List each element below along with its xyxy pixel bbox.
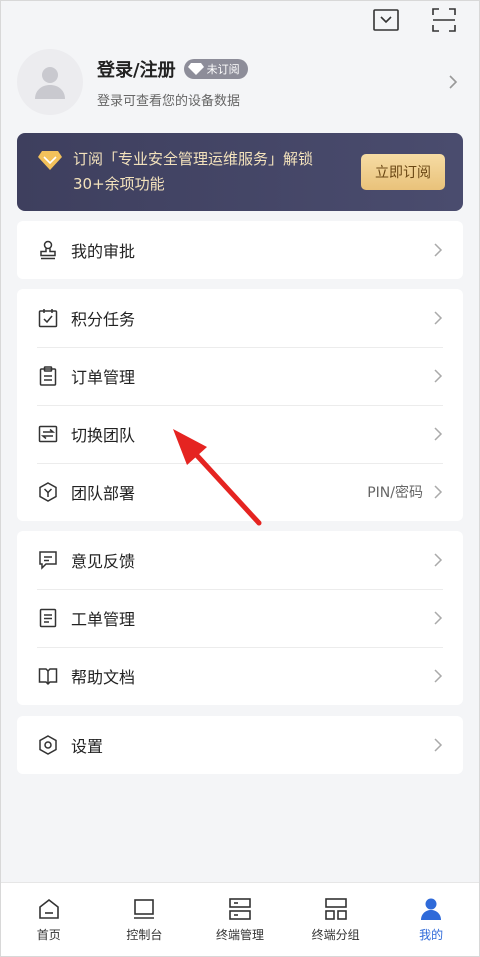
hexagon-deploy-icon (37, 481, 59, 503)
home-icon (36, 896, 62, 922)
tab-console[interactable]: 控制台 (97, 883, 193, 956)
work-order-icon (37, 607, 59, 629)
menu-group-approval: 我的审批 (17, 221, 463, 279)
menu-item-order-management[interactable]: 订单管理 (17, 347, 463, 405)
calendar-check-icon (37, 307, 59, 329)
subscription-banner: 订阅「专业安全管理运维服务」解锁 30+余项功能 立即订阅 (17, 133, 463, 211)
tab-label: 终端分组 (311, 928, 360, 942)
banner-text-line1: 订阅「专业安全管理运维服务」解锁 (73, 150, 314, 168)
menu-item-points-tasks[interactable]: 积分任务 (17, 289, 463, 347)
login-register-title[interactable]: 登录/注册 (97, 56, 176, 82)
feedback-chat-icon (37, 549, 59, 571)
menu-item-settings[interactable]: 设置 (17, 716, 463, 774)
chevron-right-icon (434, 485, 443, 499)
approval-stamp-icon (37, 239, 59, 261)
chevron-right-icon (434, 243, 443, 257)
scan-icon[interactable] (429, 7, 459, 33)
pin-password-hint: PIN/密码 (367, 485, 423, 501)
book-icon (37, 665, 59, 687)
menu-label: 订单管理 (71, 368, 136, 387)
menu-label: 意见反馈 (71, 552, 136, 571)
chevron-right-icon (434, 311, 443, 325)
switch-team-icon (37, 423, 59, 445)
top-toolbar (371, 7, 459, 33)
tab-label: 首页 (36, 928, 61, 942)
subscribe-now-button[interactable]: 立即订阅 (361, 154, 445, 190)
chevron-right-icon (449, 75, 458, 89)
menu-item-team-deployment[interactable]: 团队部署 PIN/密码 (17, 463, 463, 521)
tab-mine[interactable]: 我的 (383, 883, 479, 956)
user-icon (418, 896, 444, 922)
badge-label: 未订阅 (206, 62, 240, 76)
chevron-right-icon (434, 611, 443, 625)
menu-label: 切换团队 (71, 426, 136, 445)
menu-group-team: 积分任务 订单管理 切换团队 团队部署 PIN/密码 (17, 289, 463, 521)
tab-label: 终端管理 (215, 928, 264, 942)
banner-text-line2: 30+余项功能 (73, 175, 165, 193)
menu-label: 积分任务 (71, 310, 136, 329)
chevron-right-icon (434, 738, 443, 752)
chevron-right-icon (434, 427, 443, 441)
menu-item-help-docs[interactable]: 帮助文档 (17, 647, 463, 705)
avatar[interactable] (17, 49, 83, 115)
dropdown-box-icon[interactable] (371, 7, 401, 33)
menu-label: 团队部署 (71, 484, 136, 503)
tab-home[interactable]: 首页 (1, 883, 97, 956)
bottom-tab-bar: 首页 控制台 终端管理 终端分组 我的 (1, 882, 479, 956)
settings-hexagon-icon (37, 734, 59, 756)
menu-item-my-approval[interactable]: 我的审批 (17, 221, 463, 279)
tab-label: 我的 (419, 928, 444, 942)
menu-item-work-order[interactable]: 工单管理 (17, 589, 463, 647)
profile-header[interactable]: 登录/注册 未订阅 登录可查看您的设备数据 (17, 47, 463, 117)
subscription-badge: 未订阅 (183, 58, 248, 79)
gem-icon (38, 151, 62, 170)
chevron-right-icon (434, 369, 443, 383)
chevron-right-icon (434, 669, 443, 683)
menu-item-switch-team[interactable]: 切换团队 (17, 405, 463, 463)
tab-terminal-management[interactable]: 终端管理 (192, 883, 288, 956)
server-icon (227, 896, 253, 922)
menu-item-feedback[interactable]: 意见反馈 (17, 531, 463, 589)
menu-group-support: 意见反馈 工单管理 帮助文档 (17, 531, 463, 705)
diamond-icon (187, 62, 204, 75)
clipboard-icon (37, 365, 59, 387)
tab-terminal-groups[interactable]: 终端分组 (288, 883, 384, 956)
chevron-right-icon (434, 553, 443, 567)
monitor-icon (131, 896, 157, 922)
menu-label: 我的审批 (71, 242, 136, 261)
menu-label: 设置 (71, 737, 104, 756)
menu-label: 帮助文档 (71, 668, 136, 687)
profile-subtitle: 登录可查看您的设备数据 (97, 93, 241, 109)
menu-group-settings: 设置 (17, 716, 463, 774)
tab-label: 控制台 (126, 928, 163, 942)
menu-label: 工单管理 (71, 610, 136, 629)
grid-group-icon (323, 896, 349, 922)
